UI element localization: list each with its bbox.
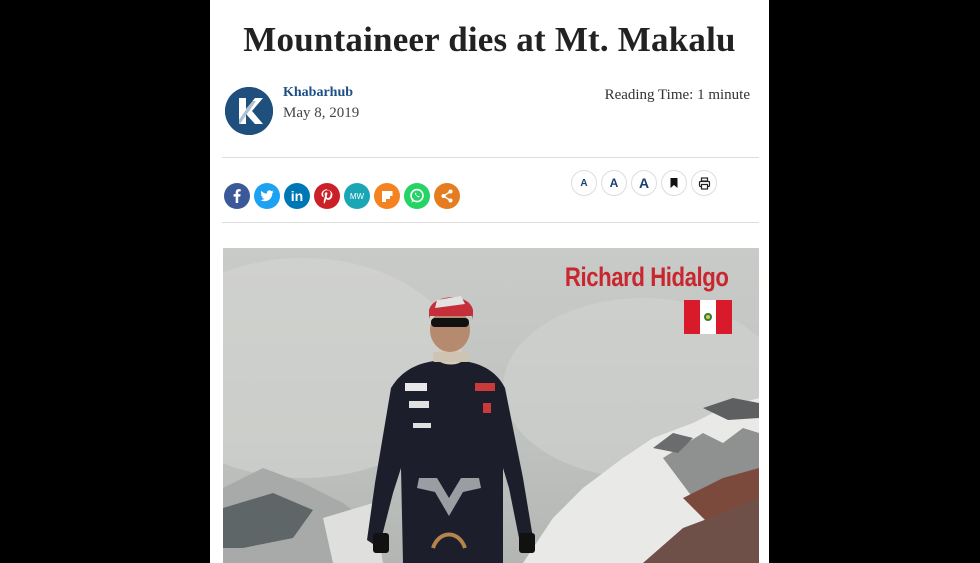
mix-icon[interactable] xyxy=(374,183,400,209)
linkedin-glyph: in xyxy=(290,188,304,204)
publish-date: May 8, 2019 xyxy=(283,105,360,121)
author-link[interactable]: Khabarhub xyxy=(283,85,353,101)
article-page: Mountaineer dies at Mt. Makalu Khabarhub… xyxy=(210,0,769,563)
share-icon[interactable] xyxy=(434,183,460,209)
print-button[interactable] xyxy=(691,170,717,196)
mewe-icon[interactable]: MW xyxy=(344,183,370,209)
article-tools: A A A xyxy=(571,170,717,196)
share-bar: in MW xyxy=(224,183,460,209)
mewe-glyph: MW xyxy=(349,191,365,201)
article-photo: Richard Hidalgo xyxy=(223,248,759,563)
bookmark-button[interactable] xyxy=(661,170,687,196)
pinterest-icon[interactable] xyxy=(314,183,340,209)
reading-time: Reading Time: 1 minute xyxy=(604,87,750,103)
facebook-icon[interactable] xyxy=(224,183,250,209)
whatsapp-icon[interactable] xyxy=(404,183,430,209)
twitter-icon[interactable] xyxy=(254,183,280,209)
divider-bottom xyxy=(222,222,759,223)
peru-flag-icon xyxy=(684,300,732,334)
font-size-medium-button[interactable]: A xyxy=(601,170,627,196)
bookmark-icon xyxy=(670,178,678,188)
divider-top xyxy=(222,157,759,158)
khabarhub-logo-icon[interactable] xyxy=(225,87,273,135)
photo-caption: Richard Hidalgo xyxy=(565,262,729,292)
font-size-small-button[interactable]: A xyxy=(571,170,597,196)
print-icon xyxy=(698,176,710,190)
font-size-large-button[interactable]: A xyxy=(631,170,657,196)
linkedin-icon[interactable]: in xyxy=(284,183,310,209)
article-title: Mountaineer dies at Mt. Makalu xyxy=(243,20,736,59)
